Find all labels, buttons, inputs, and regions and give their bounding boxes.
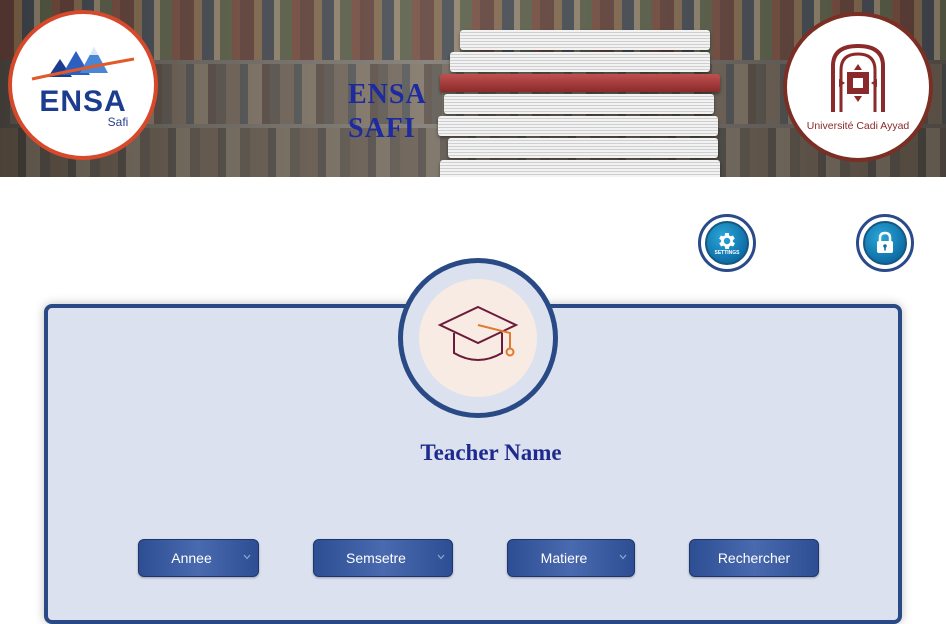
semestre-select[interactable]: Semsetre [313, 539, 453, 577]
lock-icon [877, 231, 893, 253]
graduation-cap-icon [437, 305, 519, 361]
rechercher-button[interactable]: Rechercher [689, 539, 819, 577]
chevron-down-icon [619, 554, 627, 560]
lock-badge [863, 221, 907, 265]
logo-ensa-text: ENSA [39, 85, 127, 118]
semestre-select-label: Semsetre [346, 550, 406, 566]
lock-button[interactable] [856, 214, 914, 272]
ucad-logo[interactable]: Université Cadi Ayyad [783, 12, 933, 162]
ensa-safi-logo[interactable]: ENSA Safi [8, 10, 158, 160]
chevron-down-icon [243, 554, 251, 560]
site-title: ENSA SAFI [348, 78, 468, 146]
ucad-emblem-icon [831, 43, 885, 112]
annee-select[interactable]: Annee [138, 539, 259, 577]
settings-badge: SETTINGS [705, 221, 749, 265]
site-title-line1: ENSA [348, 79, 427, 110]
teacher-name: Teacher Name [420, 440, 562, 465]
teacher-avatar [398, 258, 558, 418]
annee-select-label: Annee [171, 550, 212, 566]
logo-safi-text: Safi [107, 115, 129, 129]
avatar-background [419, 279, 537, 397]
settings-button[interactable]: SETTINGS [698, 214, 756, 272]
chevron-down-icon [437, 554, 445, 560]
mountains-icon [31, 47, 135, 81]
matiere-select[interactable]: Matiere [507, 539, 635, 577]
site-title-line2: SAFI [348, 113, 416, 144]
settings-caption: SETTINGS [714, 250, 740, 256]
gear-icon [719, 233, 735, 249]
logo-ucad-text: Université Cadi Ayyad [806, 120, 910, 132]
matiere-select-label: Matiere [540, 550, 588, 566]
